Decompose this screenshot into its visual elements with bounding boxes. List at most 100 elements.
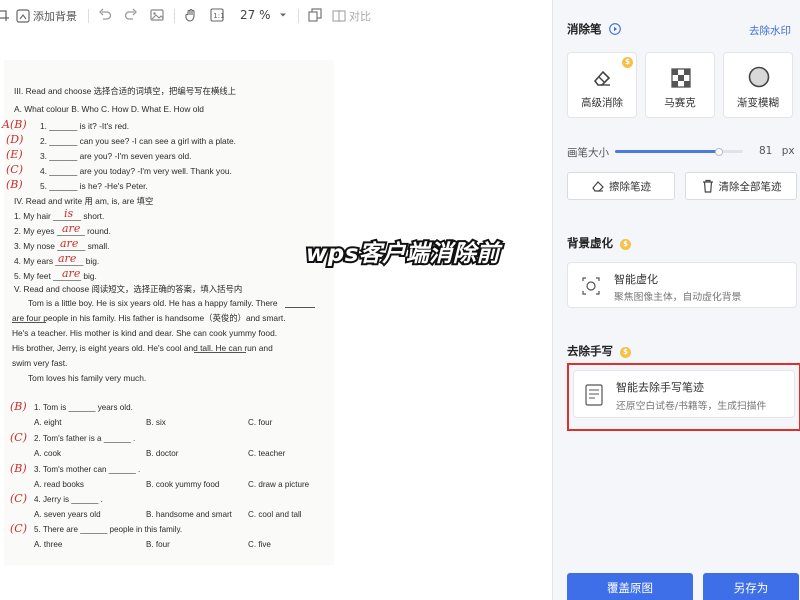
brush-size-unit: px [781, 145, 795, 157]
crop-icon [0, 8, 10, 22]
caption-overlay: wps客户端消除前 [304, 239, 501, 269]
worksheet-line: 1. ______ is it? -It's red. [40, 121, 130, 131]
handwritten-answer: (C) [6, 163, 23, 176]
worksheet-line: Tom is a little boy. He is six years old… [28, 298, 278, 308]
fit-button[interactable]: 1:1 [210, 8, 224, 22]
smart-remove-desc: 还原空白试卷/书籍等，生成扫描件 [616, 401, 767, 412]
question-option: C. five [248, 540, 271, 549]
smart-blur-desc: 聚焦图像主体，自动虚化背景 [614, 292, 742, 303]
text-underline [194, 352, 246, 353]
tool-advanced-erase[interactable]: $ 高级消除 [567, 52, 637, 118]
worksheet-line: are four people in his family. His fathe… [12, 313, 286, 323]
zoom-select[interactable]: 27 % [240, 8, 288, 22]
image-button[interactable] [150, 8, 164, 22]
handwritten-answer: (B) [6, 178, 23, 191]
brush-size-value: 81 [759, 145, 773, 157]
worksheet-line: 5. ______ is he? -He's Peter. [40, 181, 148, 191]
compare-icon [332, 9, 346, 23]
compare-button[interactable]: 对比 [332, 8, 371, 24]
clear-all-strokes-button[interactable]: 清除全部笔迹 [685, 172, 797, 200]
question-text: 3. Tom's mother can ______ . [34, 465, 141, 474]
cover-original-button[interactable]: 覆盖原图 [567, 573, 693, 600]
question-option: A. cook [34, 449, 61, 458]
smart-remove-handwriting-option[interactable]: 智能去除手写笔迹 还原空白试卷/书籍等，生成扫描件 [573, 370, 795, 418]
top-toolbar: 添加背景 1:1 27 % 对比 [0, 0, 550, 32]
image-icon [150, 8, 164, 22]
worksheet-line: IV. Read and write 用 am, is, are 填空 [14, 196, 154, 206]
toolbar-divider [174, 9, 175, 23]
copy-button[interactable] [308, 8, 322, 22]
handwritten-answer: (D) [6, 133, 24, 146]
tool-mosaic[interactable]: 马赛克 [645, 52, 715, 118]
add-background-button[interactable]: 添加背景 [16, 8, 77, 24]
handwritten-answer: are [58, 252, 77, 265]
handwritten-answer: (B) [10, 400, 27, 413]
smart-blur-option[interactable]: 智能虚化 聚焦图像主体，自动虚化背景 [567, 262, 797, 308]
question-option: C. cool and tall [248, 510, 302, 519]
brush-size-label: 画笔大小 [567, 147, 609, 159]
question-text: 2. Tom's father is a ______ . [34, 434, 136, 443]
one-to-one-icon: 1:1 [210, 8, 224, 22]
question-option: B. cook yummy food [146, 480, 220, 489]
vip-badge-icon: $ [620, 347, 632, 358]
chevron-down-icon [278, 10, 288, 20]
redo-icon [124, 8, 138, 22]
bg-blur-title-text: 背景虚化 [567, 236, 613, 250]
handwriting-section-title: 去除手写 $ [567, 343, 632, 359]
eraser-title-text: 消除笔 [567, 22, 602, 36]
bg-blur-section-title: 背景虚化 $ [567, 235, 632, 251]
handwritten-answer: are [60, 237, 79, 250]
undo-icon [98, 8, 112, 22]
worksheet-line: He's a teacher. His mother is kind and d… [12, 328, 278, 338]
handwritten-answer: (C) [10, 492, 27, 505]
erase-strokes-button[interactable]: 擦除笔迹 [567, 172, 675, 200]
eraser-section-title: 消除笔 [567, 21, 621, 37]
clear-all-strokes-label: 清除全部笔迹 [718, 180, 782, 193]
worksheet-line: 2. ______ can you see? -I can see a girl… [40, 136, 237, 146]
handwritten-answer: A(B) [2, 118, 27, 131]
tool-gradient-blur[interactable]: 渐变模糊 [723, 52, 793, 118]
copy-icon [308, 8, 322, 22]
save-as-button[interactable]: 另存为 [703, 573, 799, 600]
smart-remove-title: 智能去除手写笔迹 [616, 381, 704, 394]
handwritten-answer: are [62, 267, 81, 280]
text-underline [285, 307, 315, 308]
crop-button[interactable] [0, 8, 10, 22]
zoom-value: 27 % [240, 8, 271, 22]
tool-label: 渐变模糊 [737, 97, 779, 109]
play-circle-icon[interactable] [608, 23, 621, 35]
trash-icon [701, 179, 715, 193]
question-option: B. doctor [146, 449, 179, 458]
question-option: B. six [146, 418, 166, 427]
question-text: 5. There are ______ people in this famil… [34, 525, 183, 534]
right-panel: 消除笔 去除水印 $ 高级消除 马赛克 渐变模糊 画笔大小 81 px 擦除笔迹 [552, 0, 800, 600]
question-option: C. draw a picture [248, 480, 310, 489]
focus-blur-icon [582, 277, 600, 295]
vip-badge-icon: $ [622, 57, 633, 68]
brush-size-readout: 81 px [759, 145, 795, 157]
question-option: A. seven years old [34, 510, 101, 519]
worksheet-line: V. Read and choose 阅读短文，选择正确的答案，填入括号内 [14, 284, 243, 294]
brush-size-slider-handle[interactable] [714, 147, 723, 156]
document-scan-icon [584, 384, 604, 406]
handwritten-answer: (E) [6, 148, 23, 161]
tool-label: 高级消除 [581, 97, 623, 109]
redo-button[interactable] [124, 8, 138, 22]
question-option: A. read books [34, 480, 84, 489]
undo-button[interactable] [98, 8, 112, 22]
remove-watermark-link[interactable]: 去除水印 [749, 23, 791, 38]
toolbar-divider [298, 9, 299, 23]
pan-button[interactable] [184, 8, 198, 22]
handwritten-answer: (C) [10, 431, 27, 444]
toolbar-divider [88, 9, 89, 23]
worksheet-line: Tom loves his family very much. [28, 373, 147, 383]
question-option: B. handsome and smart [146, 510, 232, 519]
worksheet-line: 5. My feet ______ big. [14, 271, 97, 281]
question-option: C. four [248, 418, 273, 427]
worksheet-line: III. Read and choose 选择合适的词填空，把编号写在横线上 [14, 86, 236, 96]
text-underline [12, 322, 46, 323]
handwritten-answer: (B) [10, 462, 27, 475]
background-icon [16, 9, 30, 23]
handwritten-answer: (C) [10, 522, 27, 535]
handwriting-title-text: 去除手写 [567, 344, 613, 358]
